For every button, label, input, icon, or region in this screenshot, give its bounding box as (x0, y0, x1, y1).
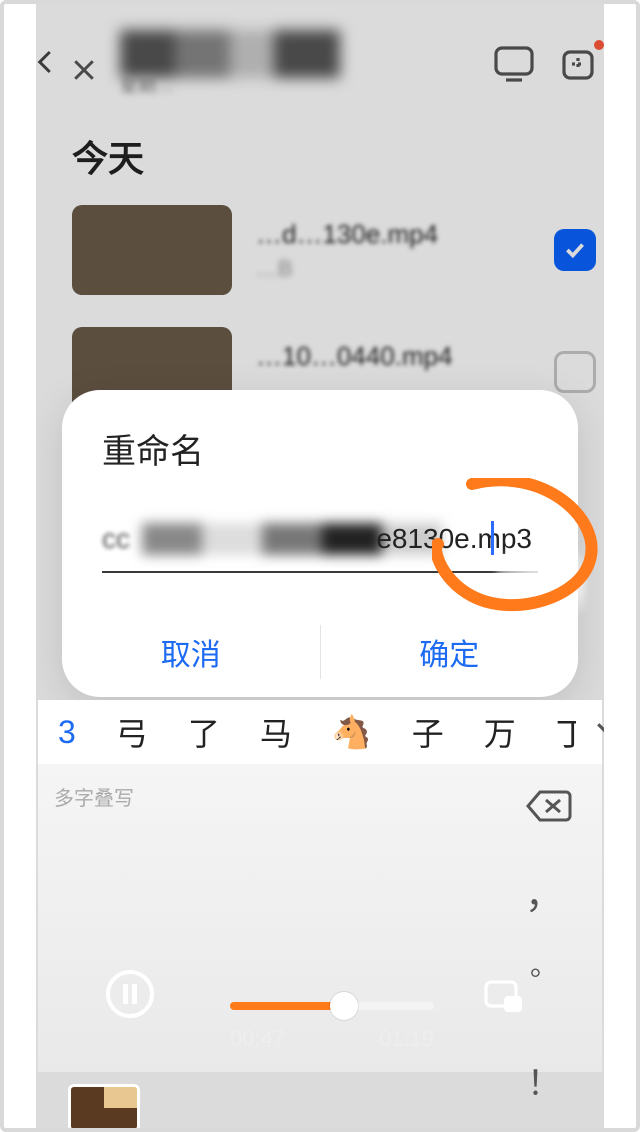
ime-candidate[interactable]: 了 (168, 709, 240, 755)
confirm-button[interactable]: 确定 (321, 607, 579, 697)
ime-candidate[interactable]: 万 (464, 709, 536, 755)
video-thumbnail-strip[interactable] (68, 1084, 140, 1132)
text-caret-icon (491, 521, 494, 555)
time-total: 01:19 (379, 1026, 434, 1052)
ime-candidate-bar: 3 弓 了 马 🐴 子 万 丁 (38, 700, 602, 764)
ime-candidate[interactable]: 丁 (536, 709, 576, 755)
rename-dialog: 重命名 cc e8130e.mp3 取消 确定 (62, 390, 578, 697)
ime-candidate[interactable]: 马 (240, 709, 312, 755)
progress-track[interactable] (230, 1002, 434, 1010)
progress-knob-icon[interactable] (330, 992, 358, 1020)
time-current: 00:47 (230, 1026, 285, 1052)
pip-icon[interactable] (482, 976, 526, 1016)
backspace-icon[interactable] (526, 788, 572, 824)
ime-candidate[interactable]: 3 (38, 714, 96, 751)
ime-candidate[interactable]: 🐴 (312, 713, 392, 751)
comma-key[interactable]: ， (524, 864, 564, 919)
cancel-button[interactable]: 取消 (62, 607, 320, 697)
dialog-title: 重命名 (62, 424, 578, 493)
progress-fill (230, 1002, 344, 1010)
handwriting-keyboard[interactable]: 多字叠写 ， 。 ！ 00:47 01:19 (38, 764, 602, 1072)
video-player-bar: 00:47 01:19 (76, 962, 564, 1082)
ime-candidate[interactable]: 子 (392, 709, 464, 755)
rename-input[interactable]: cc e8130e.mp3 (102, 523, 538, 565)
keyboard-hint: 多字叠写 (54, 782, 134, 811)
ime-candidate[interactable]: 弓 (96, 709, 168, 755)
pause-button[interactable] (106, 970, 154, 1018)
